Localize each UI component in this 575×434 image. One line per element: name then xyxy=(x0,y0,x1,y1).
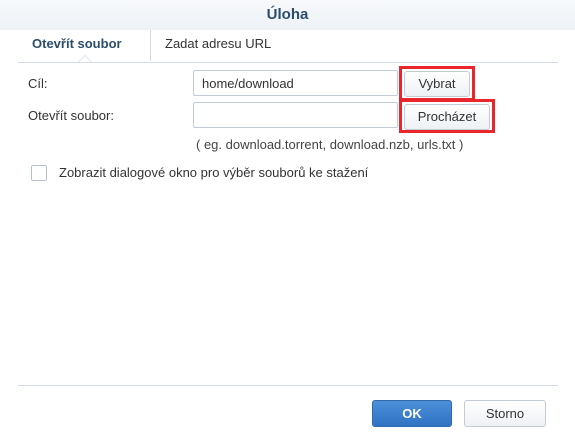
active-tab-indicator xyxy=(78,55,92,62)
ok-button[interactable]: OK xyxy=(372,400,452,427)
show-dialog-checkbox[interactable] xyxy=(31,165,47,181)
destination-field[interactable] xyxy=(193,70,398,96)
tab-open-file[interactable]: Otevřít soubor xyxy=(18,30,136,61)
cancel-button[interactable]: Storno xyxy=(464,400,546,427)
tab-enter-url[interactable]: Zadat adresu URL xyxy=(150,30,285,61)
select-button-highlight xyxy=(399,66,475,101)
footer-divider xyxy=(18,385,558,386)
file-type-hint: ( eg. download.torrent, download.nzb, ur… xyxy=(196,137,464,152)
browse-button-highlight xyxy=(399,99,495,133)
tab-bar: Otevřít soubor Zadat adresu URL xyxy=(18,30,558,63)
open-file-label: Otevřít soubor: xyxy=(28,108,114,123)
destination-label: Cíl: xyxy=(28,76,48,91)
task-dialog: Úloha Otevřít soubor Zadat adresu URL Cí… xyxy=(0,0,575,434)
show-dialog-label: Zobrazit dialogové okno pro výběr soubor… xyxy=(59,165,369,180)
dialog-title: Úloha xyxy=(0,0,575,30)
open-file-field[interactable] xyxy=(193,102,398,128)
